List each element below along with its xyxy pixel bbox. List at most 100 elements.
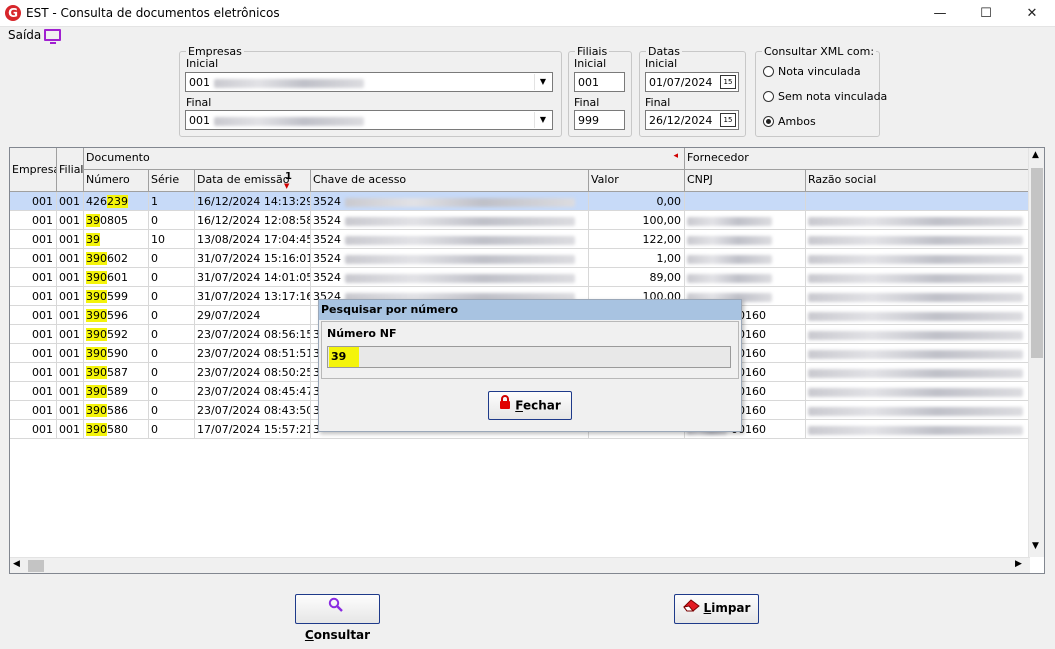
radio-icon[interactable]	[763, 91, 774, 102]
table-row[interactable]: 001 001 390602 0 31/07/2024 15:16:01 3524 1,00	[10, 249, 1030, 268]
radio-label: Nota vinculada	[778, 65, 861, 78]
scroll-left-icon[interactable]: ◀	[13, 559, 20, 569]
scroll-thumb[interactable]	[1031, 168, 1043, 358]
header-empresa[interactable]: Empresa	[10, 148, 57, 192]
cell-data: 31/07/2024 15:16:01	[195, 249, 311, 268]
numero-post: 592	[107, 328, 128, 341]
limpar-label: impar	[711, 601, 751, 615]
cell-chave: 3524	[311, 268, 589, 287]
consultar-label: onsultar	[313, 628, 371, 642]
scroll-down-icon[interactable]: ▼	[1032, 541, 1039, 551]
header-razao-social[interactable]: Razão social	[806, 170, 1030, 192]
cell-data: 23/07/2024 08:56:15	[195, 325, 311, 344]
minimize-button[interactable]: —	[917, 0, 963, 27]
cell-filial: 001	[57, 230, 84, 249]
radio-label: Ambos	[778, 115, 816, 128]
radio-sem-nota[interactable]: Sem nota vinculada	[763, 90, 887, 103]
data-final-value: 26/12/2024	[649, 114, 713, 127]
radio-nota-vinculada[interactable]: Nota vinculada	[763, 65, 861, 78]
cell-serie: 1	[149, 192, 195, 211]
chevron-down-icon[interactable]: ▼	[534, 112, 551, 128]
chave-value: 3524	[313, 271, 341, 284]
cell-razao	[806, 268, 1030, 287]
numero-hl: 39	[86, 233, 100, 246]
header-filial[interactable]: Filial	[57, 148, 84, 192]
scroll-up-icon[interactable]: ▲	[1032, 150, 1039, 160]
datas-final-label: Final	[645, 96, 671, 109]
filiais-inicial-label: Inicial	[574, 57, 607, 70]
header-cnpj[interactable]: CNPJ	[685, 170, 806, 192]
cell-chave: 3524	[311, 230, 589, 249]
filial-final-input[interactable]: 999	[574, 110, 625, 130]
header-numero[interactable]: Número	[84, 170, 149, 192]
fechar-label: echar	[522, 398, 561, 413]
header-chave[interactable]: Chave de acesso	[311, 170, 589, 192]
scroll-thumb[interactable]	[28, 560, 44, 572]
cell-empresa: 001	[10, 268, 57, 287]
radio-ambos[interactable]: Ambos	[763, 115, 816, 128]
cell-serie: 0	[149, 401, 195, 420]
cell-num: 390586	[84, 401, 149, 420]
numero-post: 589	[107, 385, 128, 398]
consultar-button[interactable]: Consultar	[295, 594, 380, 642]
cell-num: 390587	[84, 363, 149, 382]
filial-inicial-input[interactable]: 001	[574, 72, 625, 92]
dialog-title: Pesquisar por número	[319, 300, 741, 320]
cell-num: 390601	[84, 268, 149, 287]
cell-razao	[806, 401, 1030, 420]
table-row[interactable]: 001 001 390805 0 16/12/2024 12:08:58 3524 100,…	[10, 211, 1030, 230]
numero-post: 587	[107, 366, 128, 379]
data-final-input[interactable]: 26/12/2024 15	[645, 110, 739, 130]
horizontal-scrollbar[interactable]: ◀ ▶	[10, 557, 1030, 573]
cell-serie: 0	[149, 420, 195, 439]
cell-num: 390599	[84, 287, 149, 306]
cell-num: 390805	[84, 211, 149, 230]
chevron-down-icon[interactable]: ▼	[534, 74, 551, 90]
fechar-button[interactable]: Fechar	[488, 391, 572, 420]
header-serie[interactable]: Série	[149, 170, 195, 192]
table-row[interactable]: 001 001 390601 0 31/07/2024 14:01:05 3524 89,0…	[10, 268, 1030, 287]
title-bar: G EST - Consulta de documentos eletrônic…	[0, 0, 1055, 27]
cell-cnpj	[685, 268, 806, 287]
calendar-icon[interactable]: 15	[720, 113, 736, 127]
cell-empresa: 001	[10, 325, 57, 344]
cell-razao	[806, 249, 1030, 268]
vertical-scrollbar[interactable]: ▲ ▼	[1028, 148, 1044, 557]
collapse-left-icon[interactable]: ◂	[673, 151, 678, 161]
close-window-button[interactable]: ✕	[1009, 0, 1055, 27]
numero-pre: 426	[86, 195, 107, 208]
table-row[interactable]: 001 001 39 10 13/08/2024 17:04:45 3524 122,00	[10, 230, 1030, 249]
calendar-icon[interactable]: 15	[720, 75, 736, 89]
radio-icon[interactable]	[763, 66, 774, 77]
radio-label: Sem nota vinculada	[778, 90, 888, 103]
monitor-icon[interactable]	[44, 29, 61, 44]
cell-num: 390596	[84, 306, 149, 325]
cell-data: 16/12/2024 12:08:58	[195, 211, 311, 230]
datas-inicial-label: Inicial	[645, 57, 678, 70]
header-data-emissao[interactable]: Data de emissão 1 ▼	[195, 170, 311, 192]
empresas-inicial-label: Inicial	[186, 57, 219, 70]
group-documento-label: Documento	[86, 151, 150, 164]
empresa-inicial-select[interactable]: 001 ▼	[185, 72, 553, 92]
cell-razao	[806, 230, 1030, 249]
cell-data: 23/07/2024 08:43:50	[195, 401, 311, 420]
xml-legend: Consultar XML com:	[764, 45, 875, 58]
radio-selected-icon[interactable]	[763, 116, 774, 127]
menu-saida[interactable]: Saída	[8, 28, 41, 42]
numero-hl: 239	[107, 195, 128, 208]
numero-nf-input[interactable]: 39	[327, 346, 731, 368]
limpar-button[interactable]: Limpar	[674, 594, 759, 624]
scroll-right-icon[interactable]: ▶	[1015, 559, 1022, 569]
cell-razao	[806, 306, 1030, 325]
data-inicial-input[interactable]: 01/07/2024 15	[645, 72, 739, 92]
table-row[interactable]: 001 001 426239 1 16/12/2024 14:13:29 3524 0,00	[10, 192, 1030, 211]
header-valor[interactable]: Valor	[589, 170, 685, 192]
chave-value: 3524	[313, 252, 341, 265]
cell-valor: 122,00	[589, 230, 685, 249]
numero-hl: 390	[86, 309, 107, 322]
cell-filial: 001	[57, 192, 84, 211]
empresa-final-select[interactable]: 001 ▼	[185, 110, 553, 130]
maximize-button[interactable]: ☐	[963, 0, 1009, 27]
numero-post: 599	[107, 290, 128, 303]
empresas-final-label: Final	[186, 96, 212, 109]
